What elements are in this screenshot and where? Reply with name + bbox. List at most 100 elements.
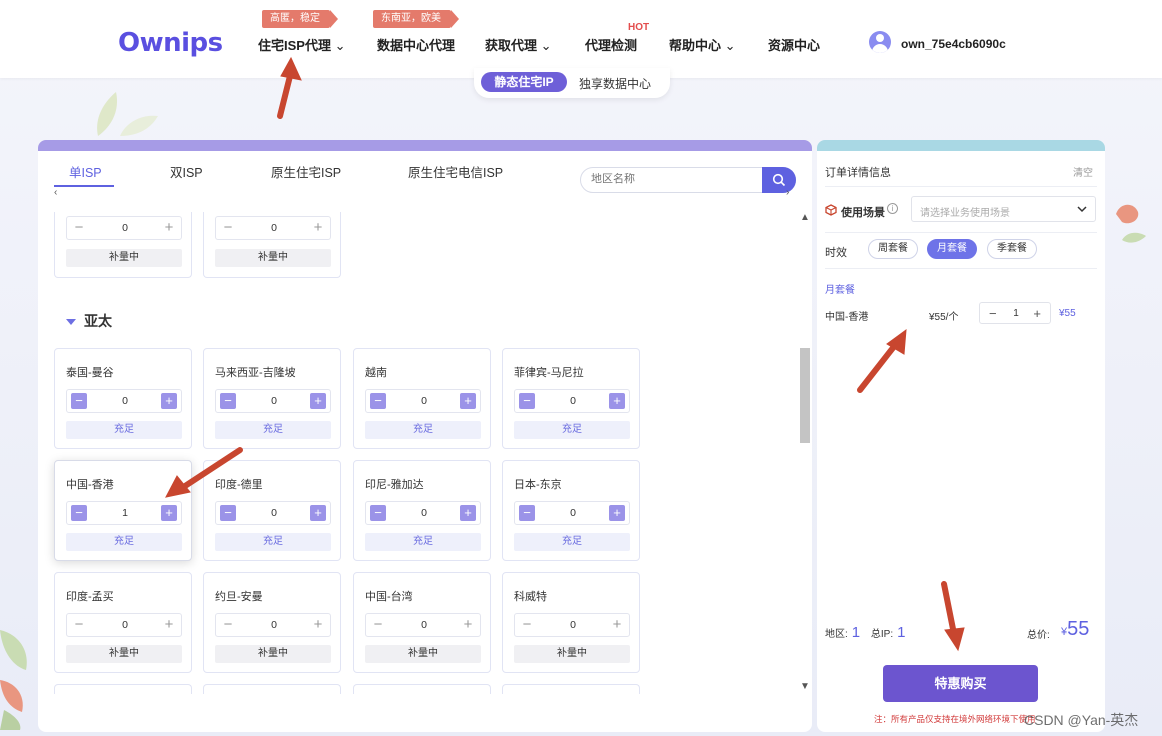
package-section-label: 月套餐 (825, 285, 855, 296)
quantity-value[interactable]: 0 (246, 507, 302, 519)
quantity-value[interactable]: 0 (396, 395, 452, 407)
order-item-name: 中国-香港 (825, 312, 869, 323)
region-card: 印度-德里 − 0 + 充足 (203, 460, 341, 561)
plus-button[interactable]: + (161, 220, 177, 236)
tab-native-residential-isp[interactable]: 原生住宅ISP (271, 162, 341, 181)
minus-button[interactable]: − (519, 505, 535, 521)
minus-button[interactable]: − (370, 505, 386, 521)
tab-native-residential-telecom-isp[interactable]: 原生住宅电信ISP (408, 162, 503, 181)
region-name: 日本-东京 (514, 479, 562, 491)
plus-button[interactable]: + (161, 617, 177, 633)
plus-button[interactable]: + (310, 220, 326, 236)
quantity-value[interactable]: 0 (246, 619, 302, 631)
stock-status: 充足 (66, 533, 182, 551)
minus-button[interactable]: − (71, 617, 87, 633)
search-button[interactable] (762, 167, 796, 193)
quantity-stepper: − 0 + (514, 501, 630, 525)
chevron-down-icon: ⌄ (540, 38, 552, 53)
region-card: 马来西亚-吉隆坡 − 0 + 充足 (203, 348, 341, 449)
quantity-stepper: − 0 + (365, 389, 481, 413)
scroll-left-arrow-icon[interactable]: ‹ (54, 187, 57, 198)
order-item-stepper: − 1 + (979, 302, 1051, 324)
minus-button[interactable]: − (220, 505, 236, 521)
quantity-value[interactable]: 0 (246, 395, 302, 407)
plus-button[interactable]: + (460, 505, 476, 521)
quantity-value[interactable]: 0 (246, 222, 302, 234)
region-card: − 0 + 补量中 (54, 212, 192, 278)
minus-button[interactable]: − (220, 393, 236, 409)
plus-button[interactable]: + (310, 617, 326, 633)
region-search-input[interactable] (591, 173, 761, 185)
minus-button[interactable]: − (519, 393, 535, 409)
region-name: 菲律宾-马尼拉 (514, 367, 584, 379)
total-price: ¥55 (1061, 618, 1090, 640)
nav-datacenter-proxy[interactable]: 数据中心代理 (377, 35, 455, 54)
order-summary: 地区: 1 总IP: 1 (825, 624, 909, 641)
plus-button[interactable]: + (609, 393, 625, 409)
region-name: 泰国-曼谷 (66, 367, 114, 379)
vertical-scrollbar[interactable]: ▲ ▼ (798, 208, 812, 694)
nav-resource-center[interactable]: 资源中心 (768, 35, 820, 54)
subtab-static-residential[interactable]: 静态住宅IP (481, 72, 567, 92)
buy-button[interactable]: 特惠购买 (883, 665, 1038, 702)
minus-button[interactable]: − (989, 306, 997, 321)
minus-button[interactable]: − (71, 393, 87, 409)
ownips-logo[interactable]: Ownips (118, 28, 223, 58)
plus-button[interactable]: + (609, 617, 625, 633)
quantity-value[interactable]: 0 (545, 619, 601, 631)
quantity-value[interactable]: 0 (545, 395, 601, 407)
quantity-value[interactable]: 0 (396, 507, 452, 519)
plus-button[interactable]: + (460, 393, 476, 409)
minus-button[interactable]: − (370, 393, 386, 409)
panel-top-bar (38, 140, 812, 151)
period-week-pill[interactable]: 周套餐 (868, 239, 918, 259)
quantity-stepper: − 0 + (215, 216, 331, 240)
period-month-pill[interactable]: 月套餐 (927, 239, 977, 259)
stock-status: 补量中 (365, 645, 481, 663)
region-search (580, 167, 796, 193)
quantity-value[interactable]: 0 (396, 619, 452, 631)
order-item-total: ¥55 (1059, 308, 1076, 319)
scroll-right-arrow-icon[interactable]: › (786, 187, 789, 198)
region-card (54, 684, 192, 694)
plus-button[interactable]: + (460, 617, 476, 633)
minus-button[interactable]: − (220, 220, 236, 236)
minus-button[interactable]: − (370, 617, 386, 633)
plus-button[interactable]: + (310, 505, 326, 521)
scrollbar-thumb[interactable] (800, 348, 810, 443)
tab-dual-isp[interactable]: 双ISP (170, 162, 203, 181)
nav-get-proxy[interactable]: 获取代理 ⌄ (485, 35, 552, 54)
period-quarter-pill[interactable]: 季套餐 (987, 239, 1037, 259)
nav-proxy-check[interactable]: 代理检测 (585, 35, 637, 54)
minus-button[interactable]: − (220, 617, 236, 633)
usage-scene-select[interactable]: 请选择业务使用场景 (911, 196, 1096, 222)
region-name: 印尼-雅加达 (365, 479, 424, 491)
plus-button[interactable]: + (310, 393, 326, 409)
info-icon[interactable]: i (887, 203, 898, 214)
quantity-value[interactable]: 1 (97, 507, 153, 519)
user-avatar-icon[interactable] (869, 31, 891, 53)
isp-type-tabs: 单ISP 双ISP 原生住宅ISP 原生住宅电信ISP (38, 151, 812, 193)
quantity-value[interactable]: 0 (97, 395, 153, 407)
plus-button[interactable]: + (161, 393, 177, 409)
clear-button[interactable]: 清空 (1073, 164, 1093, 179)
ip-count-label: 总IP: (870, 629, 894, 640)
nav-residential-isp[interactable]: 住宅ISP代理 ⌄ (258, 35, 346, 54)
scroll-down-arrow-icon[interactable]: ▼ (800, 681, 810, 692)
quantity-value[interactable]: 0 (545, 507, 601, 519)
region-group-header[interactable]: 亚太 (66, 311, 112, 331)
subtab-dedicated-datacenter[interactable]: 独享数据中心 (579, 75, 651, 92)
minus-button[interactable]: − (71, 505, 87, 521)
tab-single-isp[interactable]: 单ISP (69, 162, 102, 181)
nav-help-center[interactable]: 帮助中心 ⌄ (669, 35, 736, 54)
minus-button[interactable]: − (71, 220, 87, 236)
scroll-up-arrow-icon[interactable]: ▲ (800, 212, 810, 223)
minus-button[interactable]: − (519, 617, 535, 633)
quantity-value[interactable]: 0 (97, 222, 153, 234)
plus-button[interactable]: + (1033, 306, 1041, 321)
username[interactable]: own_75e4cb6090c (901, 37, 1006, 51)
quantity-value[interactable]: 1 (1010, 308, 1022, 319)
quantity-value[interactable]: 0 (97, 619, 153, 631)
plus-button[interactable]: + (161, 505, 177, 521)
plus-button[interactable]: + (609, 505, 625, 521)
